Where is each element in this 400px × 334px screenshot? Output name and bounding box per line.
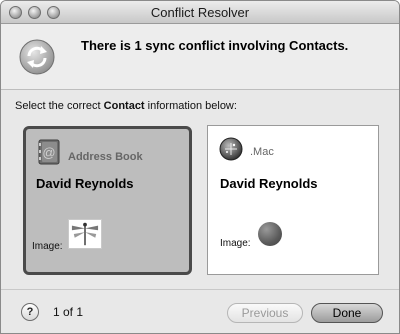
title-bar: Conflict Resolver (1, 1, 399, 24)
ball-photo-thumbnail (258, 222, 282, 246)
previous-button[interactable]: Previous (227, 303, 303, 323)
option-dotmac[interactable]: .Mac David Reynolds Image: (207, 125, 379, 275)
done-button[interactable]: Done (311, 303, 383, 323)
window-title: Conflict Resolver (150, 5, 250, 20)
contact-name: David Reynolds (220, 176, 318, 191)
contact-name: David Reynolds (36, 176, 134, 191)
header-area: There is 1 sync conflict involving Conta… (1, 24, 399, 90)
instructions-prefix: Select the correct (15, 100, 104, 112)
option-address-book[interactable]: @ Address Book David Reynolds Image: (23, 126, 192, 275)
page-counter: 1 of 1 (53, 305, 84, 319)
dragonfly-photo-thumbnail (68, 219, 102, 249)
sync-arrows-icon (19, 39, 55, 75)
footer-separator (1, 289, 399, 290)
instructions-keyword: Contact (103, 100, 145, 112)
svg-text:@: @ (42, 145, 55, 160)
image-label: Image: (32, 241, 63, 252)
image-label: Image: (220, 238, 251, 249)
help-button[interactable]: ? (21, 303, 39, 321)
conflict-message: There is 1 sync conflict involving Conta… (81, 38, 349, 53)
dotmac-globe-icon (219, 137, 243, 161)
instructions-text: Select the correct Contact information b… (15, 100, 237, 112)
option-source-label: .Mac (250, 146, 274, 158)
address-book-icon: @ (38, 139, 60, 165)
option-source-label: Address Book (68, 151, 143, 163)
conflict-resolver-window: Conflict Resolver There is 1 sync confli… (0, 0, 400, 334)
instructions-suffix: information below: (144, 100, 237, 112)
